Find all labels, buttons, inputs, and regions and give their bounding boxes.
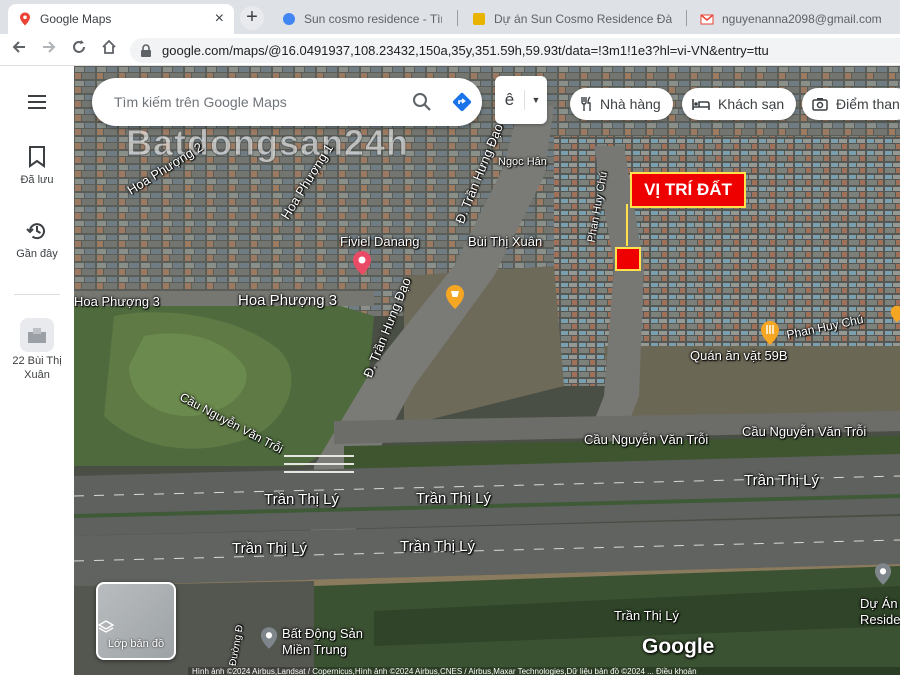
tab-inactive[interactable]: Dự án Sun Cosmo Residence Đà (462, 4, 682, 34)
lock-icon (141, 44, 151, 57)
recent-label: Gần đây (16, 248, 58, 260)
tab-title: Google Maps (40, 12, 112, 26)
place-thumbnail (20, 318, 54, 352)
cafe-pin-icon[interactable] (445, 284, 465, 310)
new-tab-button[interactable]: + (240, 6, 264, 30)
tab-separator (686, 10, 687, 26)
tab-inactive[interactable]: nguyenanna2098@gmail.com (690, 4, 900, 34)
grey-poi-pin-icon[interactable] (874, 562, 892, 586)
recent-place-item[interactable]: 22 Bùi Thị Xuân (0, 318, 74, 382)
layers-label: Lớp bản đồ (107, 638, 165, 650)
street-label: Hoa Phượng 3 (74, 294, 160, 309)
street-label: Trần Thị Lý (400, 538, 476, 555)
tab-close-icon[interactable]: × (215, 10, 224, 28)
street-label: Trần Thị Lý (614, 608, 680, 623)
tab-title: Dự án Sun Cosmo Residence Đà (494, 12, 672, 26)
forward-icon[interactable] (38, 39, 60, 61)
street-label: Trần Thị Lý (264, 491, 340, 508)
building-icon (28, 328, 46, 343)
place-label-fiviel: Fiviel Danang (340, 234, 420, 249)
google-favicon-icon (283, 13, 295, 25)
place-label-bds: Bất Động Sản (282, 626, 363, 641)
layers-button[interactable]: Lớp bản đồ (96, 582, 176, 660)
red-poi-pin-icon[interactable] (352, 250, 372, 276)
fork-knife-icon (581, 96, 591, 111)
chip-hotels[interactable]: Khách sạn (682, 88, 797, 120)
street-label: Trần Thị Lý (232, 540, 308, 557)
hamburger-menu-icon (28, 95, 46, 109)
place-label: Xuân (24, 369, 50, 381)
recent-button[interactable]: Gần đây (0, 220, 74, 261)
back-icon[interactable] (8, 39, 30, 61)
tab-inactive[interactable]: Sun cosmo residence - Tìm trên Google (272, 4, 452, 34)
bookmark-icon (29, 146, 45, 168)
place-label-quan-an-vat: Quán ăn vặt 59B (690, 348, 788, 363)
camera-icon (812, 98, 828, 111)
layers-icon (98, 620, 114, 633)
history-icon (26, 223, 45, 240)
gmail-favicon-icon (700, 14, 714, 25)
input-tools-toggle[interactable]: ê ▼ (495, 76, 547, 124)
chip-restaurants[interactable]: Nhà hàng (570, 88, 673, 120)
saved-button[interactable]: Đã lưu (0, 146, 74, 187)
orange-poi-pin-icon[interactable] (890, 304, 900, 324)
map-attribution[interactable]: Hình ảnh ©2024 Airbus,Landsat / Copernic… (188, 667, 900, 675)
street-label: Trần Thị Lý (744, 472, 820, 489)
grey-poi-pin-icon[interactable] (260, 626, 278, 650)
place-label: 22 Bùi Thị (12, 355, 62, 367)
tab-bar: Google Maps × + Sun cosmo residence - Tì… (0, 0, 900, 34)
site-favicon-icon (473, 13, 485, 25)
land-location-marker (615, 247, 641, 271)
directions-icon[interactable] (442, 91, 482, 113)
tab-title: nguyenanna2098@gmail.com (722, 12, 882, 26)
restaurant-pin-icon[interactable] (760, 320, 780, 346)
place-label-du-an: Reside (860, 612, 900, 627)
input-tool-glyph: ê (495, 90, 525, 110)
satellite-map[interactable]: Batdongsan24h Hoa Phượng 2 Hoa Phượng 1 … (74, 66, 900, 675)
chip-attractions[interactable]: Điểm than (802, 88, 900, 120)
place-label-bds: Miền Trung (282, 642, 348, 657)
search-input[interactable]: Tìm kiếm trên Google Maps (114, 94, 402, 110)
street-label: Cầu Nguyễn Văn Trỗi (742, 424, 867, 439)
tab-title: Sun cosmo residence - Tìm trên Google (304, 12, 442, 26)
tab-google-maps[interactable]: Google Maps × (8, 4, 234, 34)
home-icon[interactable] (98, 39, 120, 61)
google-logo: Google (642, 635, 715, 658)
google-maps-favicon-icon (20, 12, 30, 26)
browser-toolbar: google.com/maps/@16.0491937,108.23432,15… (0, 34, 900, 66)
menu-button[interactable] (0, 94, 74, 113)
street-label: Cầu Nguyễn Văn Trỗi (584, 432, 709, 447)
tab-separator (457, 10, 458, 26)
reload-icon[interactable] (68, 39, 90, 61)
chip-label: Khách sạn (718, 96, 785, 112)
street-label: Ngọc Hân (498, 156, 547, 168)
chip-label: Nhà hàng (600, 96, 661, 112)
address-bar[interactable]: google.com/maps/@16.0491937,108.23432,15… (130, 38, 900, 63)
search-icon[interactable] (402, 92, 442, 112)
street-label: Hoa Phượng 3 (238, 292, 338, 309)
place-label-du-an: Dự Án (860, 596, 898, 611)
bed-icon (692, 99, 710, 110)
street-label: Bùi Thị Xuân (468, 234, 543, 249)
url-text: google.com/maps/@16.0491937,108.23432,15… (162, 43, 769, 58)
search-box[interactable]: Tìm kiếm trên Google Maps (92, 78, 482, 126)
chip-label: Điểm than (836, 96, 900, 112)
land-location-label: VỊ TRÍ ĐẤT (630, 172, 746, 208)
marker-arrow (626, 204, 628, 246)
chevron-down-icon[interactable]: ▼ (525, 95, 547, 105)
sidebar-divider (14, 294, 60, 295)
saved-label: Đã lưu (20, 174, 54, 186)
street-label: Trần Thị Lý (416, 490, 492, 507)
maps-sidebar: Đã lưu Gần đây 22 Bùi Thị Xuân (0, 66, 74, 675)
